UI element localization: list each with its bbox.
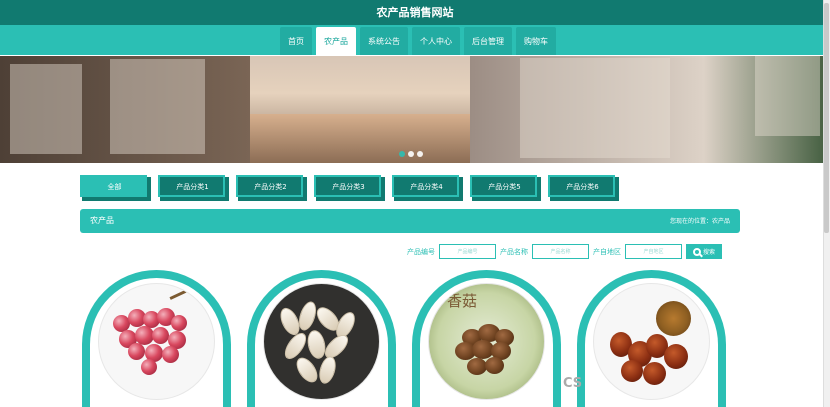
product-card-pumpkin-seeds[interactable] (247, 270, 396, 407)
banner-building-shape (10, 64, 82, 154)
banner-building-shape (755, 56, 820, 136)
nav-item-home[interactable]: 首页 (280, 27, 312, 55)
search-button-label: 搜索 (702, 249, 715, 256)
product-code-label: 产品编号 (407, 247, 435, 256)
product-image-chestnuts[interactable] (593, 283, 710, 400)
main-navigation: 首页 农产品 系统公告 个人中心 后台管理 购物车 (0, 25, 830, 55)
product-image-mushrooms[interactable]: 香菇 (428, 283, 545, 400)
banner-building-shape (110, 59, 205, 154)
nav-item-admin[interactable]: 后台管理 (464, 27, 512, 55)
scrollbar-thumb[interactable] (824, 3, 829, 233)
product-image-pumpkin-seeds[interactable] (263, 283, 380, 400)
site-header: 农产品销售网站 (0, 0, 830, 25)
origin-region-label: 产自地区 (593, 247, 621, 256)
section-header: 农产品 您现在的位置：农产品 (80, 209, 740, 233)
section-title: 农产品 (90, 216, 114, 225)
mushroom-logo-label: 香菇 (447, 292, 478, 310)
search-button[interactable]: 搜索 (686, 244, 722, 259)
nav-items: 首页 农产品 系统公告 个人中心 后台管理 购物车 (280, 27, 556, 55)
category-4-button[interactable]: 产品分类4 (392, 175, 463, 201)
category-5-button[interactable]: 产品分类5 (470, 175, 541, 201)
product-code-input[interactable]: 产品编号 (439, 244, 496, 259)
category-all-button[interactable]: 全部 (80, 175, 151, 201)
watermark-text: CS (563, 376, 583, 391)
product-name-label: 产品名称 (500, 247, 528, 256)
banner-canal (250, 114, 470, 163)
category-filter-row: 全部 产品分类1 产品分类2 产品分类3 产品分类4 产品分类5 产品分类6 (80, 175, 619, 201)
product-card-chestnuts[interactable] (577, 270, 726, 407)
carousel-dot-3[interactable] (417, 151, 423, 157)
product-image-grapes[interactable] (98, 283, 215, 400)
vertical-scrollbar[interactable] (823, 0, 830, 407)
origin-region-input[interactable]: 产自地区 (625, 244, 682, 259)
carousel-indicators (399, 151, 423, 157)
product-page: 农产品销售网站 首页 农产品 系统公告 个人中心 后台管理 购物车 全部 产品分… (0, 0, 830, 407)
category-2-button[interactable]: 产品分类2 (236, 175, 307, 201)
category-3-button[interactable]: 产品分类3 (314, 175, 385, 201)
nav-item-announcements[interactable]: 系统公告 (360, 27, 408, 55)
carousel-dot-2[interactable] (408, 151, 414, 157)
category-6-button[interactable]: 产品分类6 (548, 175, 619, 201)
breadcrumb: 您现在的位置：农产品 (669, 218, 730, 225)
nav-item-cart[interactable]: 购物车 (516, 27, 556, 55)
banner-building-shape (520, 58, 670, 158)
search-icon (692, 247, 701, 256)
site-title: 农产品销售网站 (376, 6, 454, 19)
product-card-grapes[interactable] (82, 270, 231, 407)
carousel-dot-1[interactable] (399, 151, 405, 157)
nav-item-products[interactable]: 农产品 (316, 27, 356, 55)
nav-item-profile[interactable]: 个人中心 (412, 27, 460, 55)
search-bar: 产品编号 产品编号 产品名称 产品名称 产自地区 产自地区 搜索 (407, 244, 722, 259)
product-card-mushrooms[interactable]: 香菇 (412, 270, 561, 407)
product-name-input[interactable]: 产品名称 (532, 244, 589, 259)
category-1-button[interactable]: 产品分类1 (158, 175, 229, 201)
banner-carousel (0, 56, 830, 163)
